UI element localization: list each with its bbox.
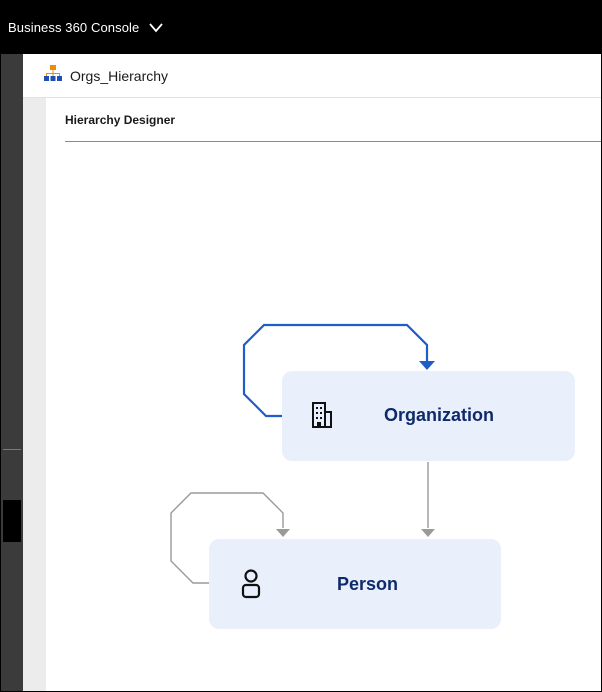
rail-resize-handle[interactable] bbox=[3, 500, 21, 542]
hierarchy-name: Orgs_Hierarchy bbox=[70, 67, 169, 84]
left-rail bbox=[1, 54, 23, 691]
person-self-link-arrow bbox=[276, 529, 290, 537]
person-icon bbox=[241, 569, 261, 604]
chevron-down-icon[interactable] bbox=[149, 22, 164, 33]
designer-header: Hierarchy Designer bbox=[65, 98, 601, 142]
designer-title: Hierarchy Designer bbox=[65, 113, 176, 127]
side-gutter bbox=[23, 98, 46, 691]
organization-self-link-arrow bbox=[419, 361, 435, 370]
person-label: Person bbox=[337, 574, 399, 594]
hierarchy-header: Orgs_Hierarchy bbox=[23, 54, 601, 98]
hierarchy-icon bbox=[44, 64, 62, 87]
organization-label: Organization bbox=[384, 405, 495, 425]
org-to-person-arrow bbox=[421, 529, 435, 537]
organization-node[interactable]: Organization bbox=[282, 371, 575, 461]
building-icon bbox=[312, 402, 332, 433]
top-bar: Business 360 Console bbox=[1, 1, 601, 54]
app-window: Business 360 Console Orgs_Hierarchy Hier… bbox=[0, 0, 602, 692]
person-node[interactable]: Person bbox=[209, 539, 501, 629]
rail-divider bbox=[3, 449, 21, 450]
app-title: Business 360 Console bbox=[8, 20, 140, 35]
